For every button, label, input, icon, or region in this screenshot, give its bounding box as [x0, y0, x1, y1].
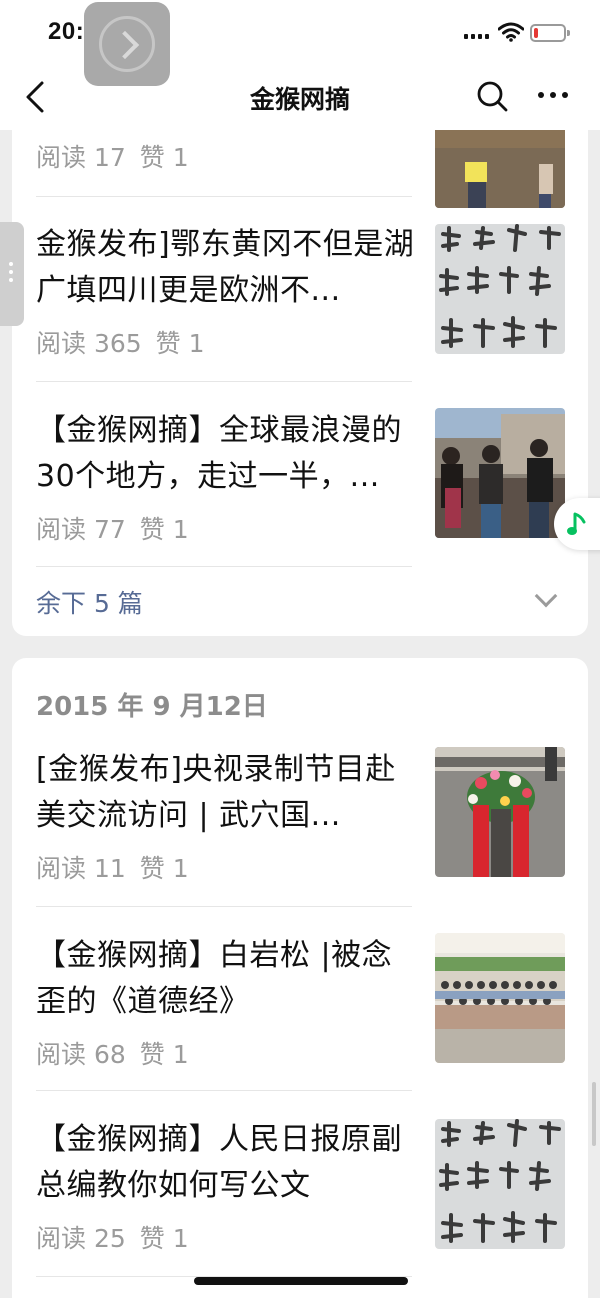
divider	[36, 196, 412, 197]
chevron-down-icon	[534, 584, 558, 608]
article-thumbnail	[435, 1119, 565, 1249]
article-stats: 阅读 11 赞 1	[36, 849, 189, 885]
expand-more-articles[interactable]: 余下 5 篇	[36, 584, 566, 620]
more-options-icon[interactable]	[538, 92, 568, 98]
search-icon[interactable]	[474, 78, 510, 114]
cellular-signal-icon	[464, 34, 489, 39]
read-count: 阅读 68	[36, 1040, 126, 1069]
drag-dots-icon	[9, 262, 13, 282]
article-thumbnail	[435, 224, 565, 354]
more-articles-label: 余下 5 篇	[36, 589, 143, 618]
read-count: 阅读 77	[36, 515, 126, 544]
like-count: 赞 1	[139, 854, 189, 883]
article-stats: 阅读 17 赞 1	[36, 138, 189, 174]
list-item[interactable]: [金猴发布]央视录制节目赴美交流访问 | 武穴国... 阅读 11 赞 1	[36, 747, 566, 883]
divider	[36, 381, 412, 382]
publish-date: 2015 年 9 月12日	[36, 692, 268, 722]
article-stats: 阅读 25 赞 1	[36, 1219, 189, 1255]
home-indicator[interactable]	[194, 1277, 408, 1285]
music-player-button[interactable]	[554, 498, 600, 550]
article-title: 【金猴网摘】全球最浪漫的30个地方，走过一半，...	[36, 413, 402, 494]
page-title: 金猴网摘	[249, 85, 350, 114]
article-thumbnail	[435, 933, 565, 1063]
read-count: 阅读 365	[36, 329, 142, 358]
like-count: 赞 1	[139, 515, 189, 544]
music-note-icon	[567, 512, 586, 535]
like-count: 赞 1	[155, 329, 205, 358]
article-thumbnail	[435, 408, 565, 538]
divider	[36, 906, 412, 907]
like-count: 赞 1	[139, 1040, 189, 1069]
like-count: 赞 1	[139, 143, 189, 172]
read-count: 阅读 17	[36, 143, 126, 172]
article-title: 【金猴网摘】人民日报原副总编教你如何写公文	[36, 1122, 402, 1203]
article-thumbnail	[435, 747, 565, 877]
list-item[interactable]: 【金猴网摘】白岩松 |被念歪的《道德经》 阅读 68 赞 1	[36, 933, 566, 1069]
article-stats: 阅读 365 赞 1	[36, 324, 205, 360]
divider	[36, 1090, 412, 1091]
read-count: 阅读 25	[36, 1224, 126, 1253]
article-title: 【金猴网摘】白岩松 |被念歪的《道德经》	[36, 938, 393, 1019]
article-title: 金猴发布]鄂东黄冈不但是湖广填四川更是欧洲不...	[36, 227, 415, 308]
side-drawer-handle[interactable]	[0, 222, 24, 326]
list-item[interactable]: 金猴发布]鄂东黄冈不但是湖广填四川更是欧洲不... 阅读 365 赞 1	[36, 222, 566, 358]
wifi-icon	[498, 22, 524, 42]
article-title: [金猴发布]央视录制节目赴美交流访问 | 武穴国...	[36, 752, 396, 833]
article-stats: 阅读 68 赞 1	[36, 1035, 189, 1071]
list-item[interactable]: 【金猴网摘】全球最浪漫的30个地方，走过一半，... 阅读 77 赞 1	[36, 408, 566, 544]
like-count: 赞 1	[139, 1224, 189, 1253]
scrollbar[interactable]	[592, 1082, 596, 1146]
article-stats: 阅读 77 赞 1	[36, 510, 189, 546]
floating-window-button[interactable]	[84, 2, 170, 86]
read-count: 阅读 11	[36, 854, 126, 883]
list-item[interactable]: 【金猴网摘】人民日报原副总编教你如何写公文 阅读 25 赞 1	[36, 1117, 566, 1253]
divider	[36, 566, 412, 567]
